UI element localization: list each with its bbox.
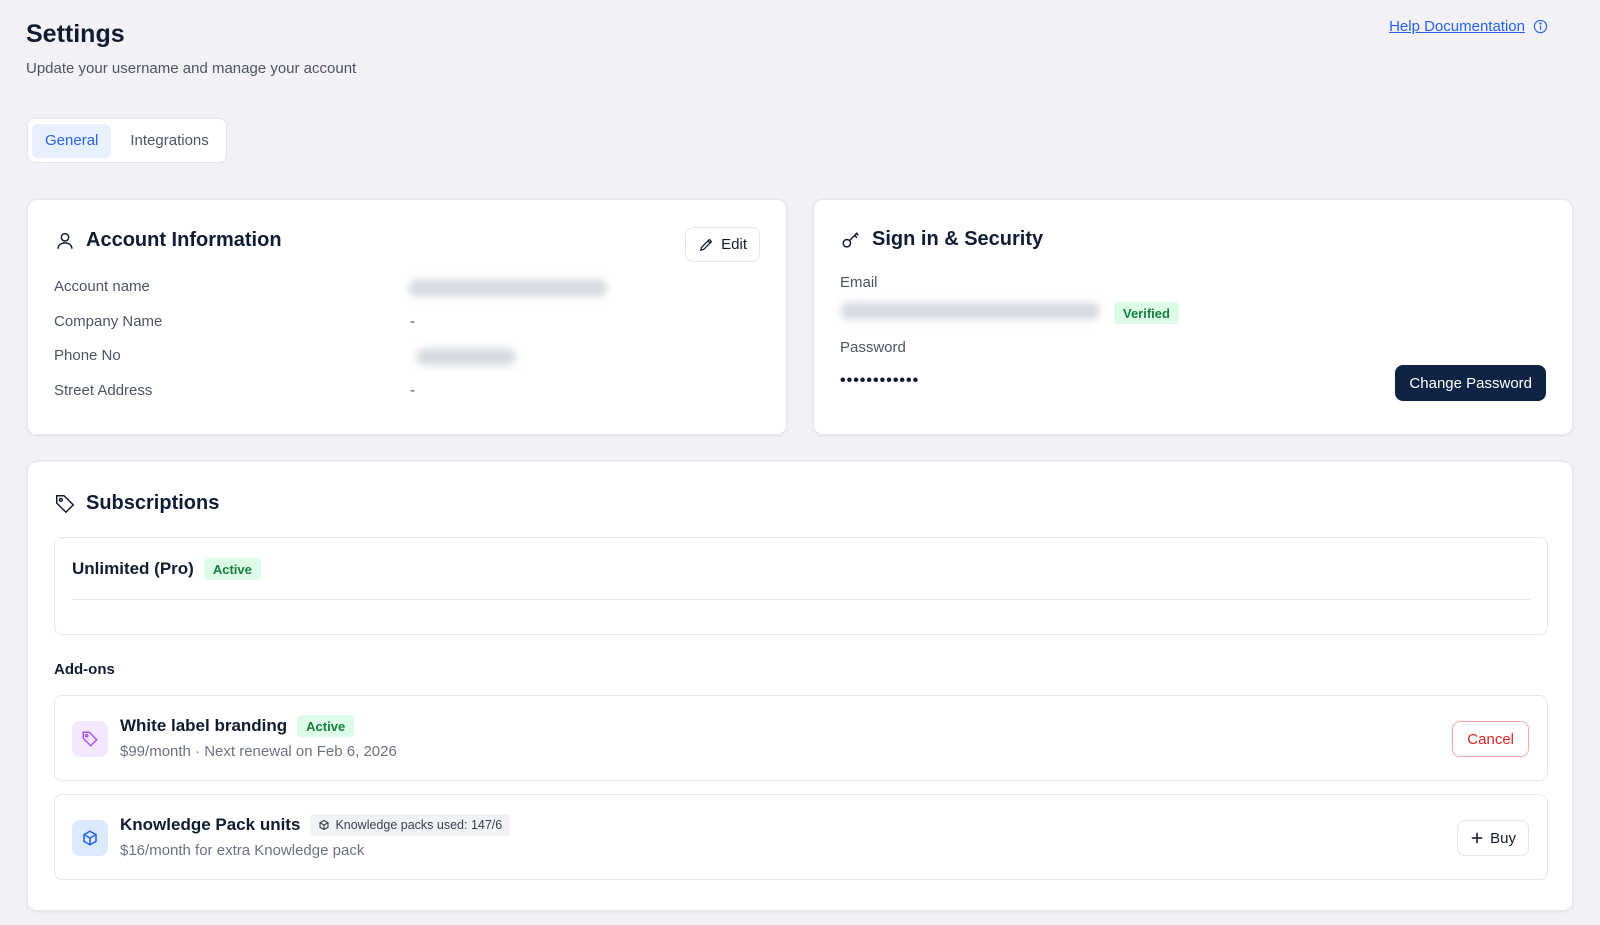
verified-badge: Verified (1114, 302, 1179, 324)
page-title: Settings (26, 20, 125, 48)
cancel-addon-button[interactable]: Cancel (1452, 721, 1529, 757)
addon-pricing: $99/month · Next renewal on Feb 6, 2026 (120, 743, 397, 760)
addons-heading: Add-ons (54, 661, 115, 678)
subscriptions-card: Subscriptions Unlimited (Pro) Active Add… (27, 461, 1573, 911)
password-value: •••••••••••• (840, 372, 920, 389)
addon-white-label-branding: White label branding Active $99/month · … (54, 695, 1548, 781)
plan-title-row: Unlimited (Pro) Active (72, 558, 261, 580)
user-icon (57, 232, 73, 249)
account-information-card: Account Information Edit Account name Co… (27, 199, 787, 435)
pencil-icon (700, 238, 713, 252)
email-label: Email (840, 274, 878, 291)
addon-name: Knowledge Pack units (120, 815, 301, 834)
subscriptions-card-title: Subscriptions (86, 492, 220, 514)
plan-status-badge: Active (203, 558, 261, 580)
help-documentation-link[interactable]: Help Documentation (1389, 18, 1548, 35)
edit-button[interactable]: Edit (685, 227, 760, 262)
company-name-label: Company Name (54, 313, 163, 330)
plan-divider (72, 599, 1530, 600)
addon-knowledge-pack-units: Knowledge Pack units Knowledge packs use… (54, 794, 1548, 880)
company-name-value: - (410, 313, 415, 330)
tag-icon (82, 731, 98, 747)
plus-icon (1471, 832, 1483, 844)
email-value-redacted (840, 302, 1100, 320)
security-card-header: Sign in & Security (840, 228, 1043, 251)
password-label: Password (840, 339, 906, 356)
addon-pricing: $16/month for extra Knowledge pack (120, 842, 365, 859)
change-password-button[interactable]: Change Password (1395, 365, 1546, 401)
addon-name: White label branding (120, 716, 288, 735)
help-link-label[interactable]: Help Documentation (1389, 18, 1525, 35)
addon-status-badge: Active (297, 715, 355, 737)
account-card-header: Account Information (54, 229, 282, 252)
tab-integrations[interactable]: Integrations (117, 124, 221, 158)
addon-title-row: White label branding Active (120, 715, 355, 737)
settings-page: Settings Update your username and manage… (0, 0, 1600, 925)
addon-icon-container (72, 820, 108, 856)
sign-in-security-card: Sign in & Security Email Verified Passwo… (813, 199, 1573, 435)
phone-value-redacted (416, 348, 516, 366)
settings-tabs: General Integrations (27, 118, 227, 163)
cube-icon (319, 819, 329, 831)
cube-icon (83, 830, 97, 846)
buy-button-label[interactable]: Buy (1490, 830, 1516, 847)
page-subtitle: Update your username and manage your acc… (26, 60, 357, 77)
account-name-label: Account name (54, 278, 150, 295)
street-address-value: - (410, 382, 415, 399)
account-card-title: Account Information (86, 229, 282, 251)
subscriptions-card-header: Subscriptions (54, 492, 219, 515)
key-icon (842, 231, 859, 248)
current-plan: Unlimited (Pro) Active (54, 537, 1548, 635)
usage-badge: Knowledge packs used: 147/6 (310, 814, 511, 836)
security-card-title: Sign in & Security (872, 228, 1044, 250)
addon-title-row: Knowledge Pack units Knowledge packs use… (120, 814, 511, 836)
plan-name: Unlimited (Pro) (72, 559, 194, 578)
buy-addon-button[interactable]: Buy (1457, 820, 1529, 856)
usage-badge-label: Knowledge packs used: 147/6 (335, 818, 503, 832)
tab-general[interactable]: General (32, 123, 112, 158)
info-icon (1533, 19, 1548, 34)
phone-no-label: Phone No (54, 347, 121, 364)
account-name-value-redacted (408, 279, 608, 297)
addon-icon-container (72, 721, 108, 757)
edit-button-label[interactable]: Edit (721, 236, 747, 253)
tag-icon (56, 494, 75, 513)
street-address-label: Street Address (54, 382, 153, 399)
